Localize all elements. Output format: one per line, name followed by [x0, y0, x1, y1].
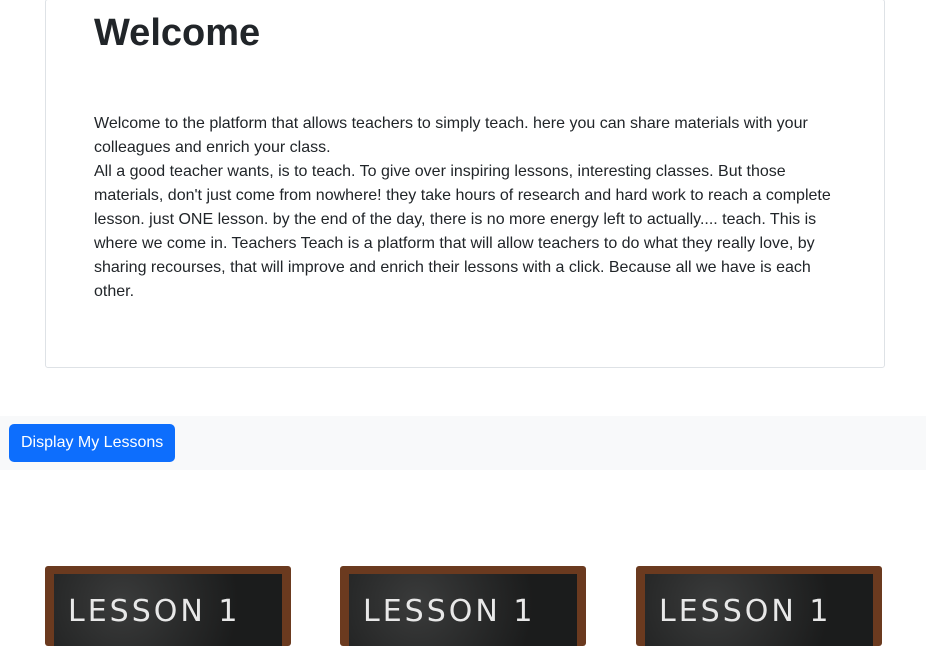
welcome-card: Welcome Welcome to the platform that all…	[45, 0, 885, 368]
lesson-chalkboard-image: LESSON 1	[645, 574, 873, 646]
lesson-image-text: LESSON 1	[659, 594, 832, 629]
lesson-card[interactable]: LESSON 1	[340, 566, 586, 646]
welcome-paragraph-mission: All a good teacher wants, is to teach. T…	[94, 163, 831, 300]
lessons-toolbar: Display My Lessons	[0, 416, 926, 470]
welcome-text: Welcome to the platform that allows teac…	[94, 112, 839, 304]
lesson-card[interactable]: LESSON 1	[636, 566, 882, 646]
welcome-paragraph-intro: Welcome to the platform that allows teac…	[94, 115, 808, 156]
lesson-chalkboard-image: LESSON 1	[54, 574, 282, 646]
lesson-chalkboard-image: LESSON 1	[349, 574, 577, 646]
lesson-image-text: LESSON 1	[68, 594, 241, 629]
display-my-lessons-button[interactable]: Display My Lessons	[9, 424, 176, 462]
lesson-card[interactable]: LESSON 1	[45, 566, 291, 646]
welcome-title: Welcome	[94, 12, 261, 54]
lesson-image-text: LESSON 1	[363, 594, 536, 629]
